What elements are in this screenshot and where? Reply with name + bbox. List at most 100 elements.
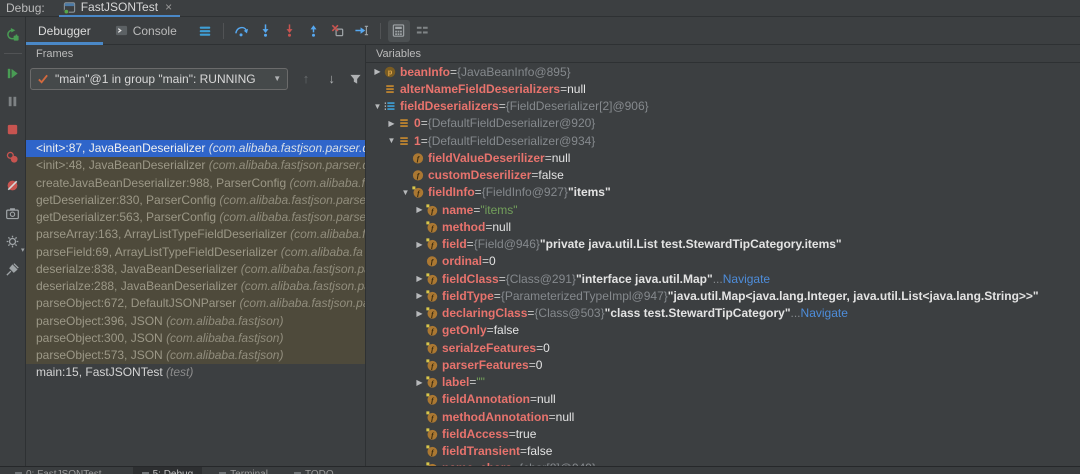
variable-row[interactable]: fordinal = 0 (366, 253, 1080, 270)
frame-location: parseObject:672, DefaultJSONParser (36, 296, 239, 310)
rerun-button[interactable] (2, 23, 24, 45)
variable-row[interactable]: fmethod = null (366, 218, 1080, 235)
mute-breakpoints-button[interactable] (2, 174, 24, 196)
variable-row[interactable]: fmethodAnnotation = null (366, 408, 1080, 425)
frame-row[interactable]: <init>:87, JavaBeanDeserializer (com.ali… (26, 140, 365, 157)
frame-row[interactable]: deserialze:838, JavaBeanDeserializer (co… (26, 261, 365, 278)
thread-selector-dropdown[interactable]: "main"@1 in group "main": RUNNING ▼ (30, 68, 288, 90)
variable-row[interactable]: ▼fieldDeserializers = {FieldDeserializer… (366, 98, 1080, 115)
field-type-icon: f (426, 273, 440, 285)
evaluate-expression-button[interactable] (388, 20, 410, 42)
variable-row[interactable]: fparserFeatures = 0 (366, 356, 1080, 373)
frame-row[interactable]: parseObject:396, JSON (com.alibaba.fastj… (26, 313, 365, 330)
frame-row[interactable]: createJavaBeanDeserializer:988, ParserCo… (26, 175, 365, 192)
tree-expand-icon[interactable]: ▶ (413, 378, 426, 387)
field-type-icon: f (426, 238, 440, 250)
toolwindow-button[interactable]: Terminal (210, 467, 277, 474)
tree-expand-icon[interactable]: ▶ (413, 291, 426, 300)
variable-row[interactable]: fserialzeFeatures = 0 (366, 339, 1080, 356)
tree-expand-icon[interactable]: ▶ (413, 205, 426, 214)
variable-row[interactable]: ▼ffieldInfo = {FieldInfo@927} "items" (366, 184, 1080, 201)
hide-frames-filter-icon[interactable] (349, 73, 365, 85)
frame-row[interactable]: getDeserializer:830, ParserConfig (com.a… (26, 192, 365, 209)
frame-row[interactable]: getDeserializer:563, ParserConfig (com.a… (26, 209, 365, 226)
toolwindow-button[interactable]: 0: FastJSONTest (6, 467, 111, 474)
chevron-down-icon: ▼ (273, 74, 281, 83)
toolwindow-button[interactable]: TODO (285, 467, 343, 474)
tree-expand-icon[interactable]: ▶ (413, 309, 426, 318)
view-breakpoints-button[interactable] (2, 146, 24, 168)
resume-button[interactable] (2, 62, 24, 84)
force-step-into-button[interactable] (279, 20, 301, 42)
variables-tree: ▶pbeanInfo = {JavaBeanInfo@895}alterName… (366, 63, 1080, 466)
tab-debugger[interactable]: Debugger (26, 17, 103, 45)
frame-row[interactable]: parseField:69, ArrayListTypeFieldDeseria… (26, 244, 365, 261)
variable-value-preview: "items" (568, 185, 611, 199)
stop-button[interactable] (2, 118, 24, 140)
variable-row[interactable]: fgetOnly = false (366, 322, 1080, 339)
variable-row[interactable]: ▶flabel = "" (366, 374, 1080, 391)
field-type-icon: p (384, 66, 398, 78)
tree-expand-icon[interactable]: ▶ (413, 274, 426, 283)
settings-button[interactable]: ▾ (2, 230, 24, 252)
tab-console[interactable]: Console (103, 17, 189, 45)
equals-sign: = (473, 203, 480, 217)
tree-expand-icon[interactable]: ▼ (385, 136, 398, 145)
variable-name: ordinal (442, 254, 482, 268)
variable-name: serialzeFeatures (442, 341, 536, 355)
step-over-button[interactable] (231, 20, 253, 42)
frame-row[interactable]: deserialze:288, JavaBeanDeserializer (co… (26, 278, 365, 295)
variable-row[interactable]: ▶ffield = {Field@946} "private java.util… (366, 236, 1080, 253)
variable-row[interactable]: ▶0 = {DefaultFieldDeserializer@920} (366, 115, 1080, 132)
step-out-button[interactable] (303, 20, 325, 42)
pause-button[interactable] (2, 90, 24, 112)
variable-row[interactable]: ffieldValueDeserilizer = null (366, 149, 1080, 166)
navigate-link[interactable]: Navigate (723, 272, 770, 286)
variable-row[interactable]: ▶fname = "items" (366, 201, 1080, 218)
variable-value-plain: null (537, 392, 556, 406)
frame-row[interactable]: parseObject:573, JSON (com.alibaba.fastj… (26, 347, 365, 364)
thread-dump-button[interactable] (2, 202, 24, 224)
session-tab-fastjsontest[interactable]: FastJSONTest × (59, 0, 180, 17)
tree-expand-icon[interactable]: ▼ (371, 102, 384, 111)
variable-name: name (442, 203, 473, 217)
pin-tab-button[interactable] (2, 258, 24, 280)
variable-row[interactable]: alterNameFieldDeserializers = null (366, 80, 1080, 97)
drop-frame-button[interactable] (327, 20, 349, 42)
field-type-icon: f (426, 221, 440, 233)
step-into-button[interactable] (255, 20, 277, 42)
tree-expand-icon[interactable]: ▼ (399, 188, 412, 197)
view-options-button[interactable] (412, 20, 434, 42)
variable-row[interactable]: ffieldAccess = true (366, 425, 1080, 442)
tree-expand-icon[interactable]: ▶ (385, 119, 398, 128)
variable-value-plain: null (552, 151, 571, 165)
variable-row[interactable]: ▶ffieldType = {ParameterizedTypeImpl@947… (366, 287, 1080, 304)
frame-row[interactable]: <init>:48, JavaBeanDeserializer (com.ali… (26, 157, 365, 174)
equals-sign: = (560, 82, 567, 96)
variable-row[interactable]: ▶fdeclaringClass = {Class@503} "class te… (366, 305, 1080, 322)
equals-sign: = (482, 254, 489, 268)
frame-row[interactable]: parseArray:163, ArrayListTypeFieldDeseri… (26, 226, 365, 243)
tree-expand-icon[interactable]: ▶ (371, 67, 384, 76)
variable-row[interactable]: ▶pbeanInfo = {JavaBeanInfo@895} (366, 63, 1080, 80)
frame-down-button[interactable]: ↓ (324, 71, 340, 86)
toolwindow-button[interactable]: 5: Debug (133, 467, 203, 474)
field-type-icon: f (426, 411, 440, 423)
tree-expand-icon[interactable]: ▶ (413, 240, 426, 249)
variable-row[interactable]: ▼1 = {DefaultFieldDeserializer@934} (366, 132, 1080, 149)
frame-row[interactable]: main:15, FastJSONTest (test) (26, 364, 365, 381)
frame-row[interactable]: parseObject:672, DefaultJSONParser (com.… (26, 295, 365, 312)
variable-name: parserFeatures (442, 358, 529, 372)
layout-options-button[interactable] (194, 20, 216, 42)
variable-row[interactable]: ▶ffieldClass = {Class@291} "interface ja… (366, 270, 1080, 287)
variable-name: alterNameFieldDeserializers (400, 82, 560, 96)
variable-row[interactable]: fcustomDeserilizer = false (366, 167, 1080, 184)
navigate-link[interactable]: Navigate (801, 306, 848, 320)
frame-row[interactable]: parseObject:300, JSON (com.alibaba.fastj… (26, 330, 365, 347)
variable-row[interactable]: ffieldTransient = false (366, 443, 1080, 460)
frame-package: (com.alibaba.fastjson) (166, 348, 283, 362)
run-to-cursor-button[interactable] (351, 20, 373, 42)
variable-row[interactable]: ffieldAnnotation = null (366, 391, 1080, 408)
close-icon[interactable]: × (165, 2, 172, 12)
frame-up-button[interactable]: ↑ (298, 71, 314, 86)
